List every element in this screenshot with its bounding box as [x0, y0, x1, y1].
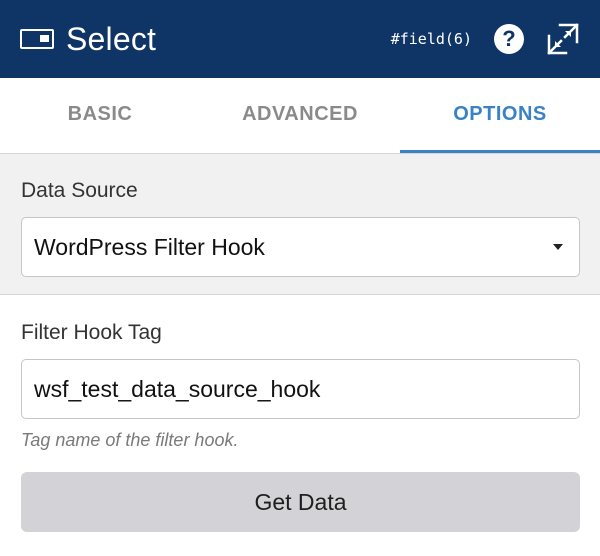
data-source-section: Data Source WordPress Filter Hook [0, 154, 600, 295]
header-actions: #field(6) ? [391, 22, 580, 56]
question-mark-icon[interactable]: ? [494, 24, 524, 54]
select-field-icon [20, 29, 54, 49]
filter-hook-tag-input[interactable]: wsf_test_data_source_hook [21, 359, 580, 419]
get-data-button[interactable]: Get Data [21, 472, 580, 532]
filter-hook-section: Filter Hook Tag wsf_test_data_source_hoo… [0, 296, 600, 556]
data-source-selected-value: WordPress Filter Hook [34, 233, 265, 260]
tab-options[interactable]: OPTIONS [400, 78, 600, 153]
filter-hook-tag-label: Filter Hook Tag [21, 321, 162, 344]
tab-advanced[interactable]: ADVANCED [200, 78, 400, 153]
field-id-label: #field(6) [390, 30, 472, 48]
caret-down-icon [553, 244, 563, 250]
tab-basic[interactable]: BASIC [0, 78, 200, 153]
tab-bar: BASIC ADVANCED OPTIONS [0, 78, 600, 154]
filter-hook-help-text: Tag name of the filter hook. [21, 430, 239, 450]
data-source-select[interactable]: WordPress Filter Hook [21, 217, 580, 277]
expand-arrows-icon[interactable] [546, 22, 580, 56]
modal-header: Select #field(6) ? [0, 0, 600, 78]
page-title: Select [66, 20, 157, 57]
data-source-label: Data Source [21, 179, 138, 202]
